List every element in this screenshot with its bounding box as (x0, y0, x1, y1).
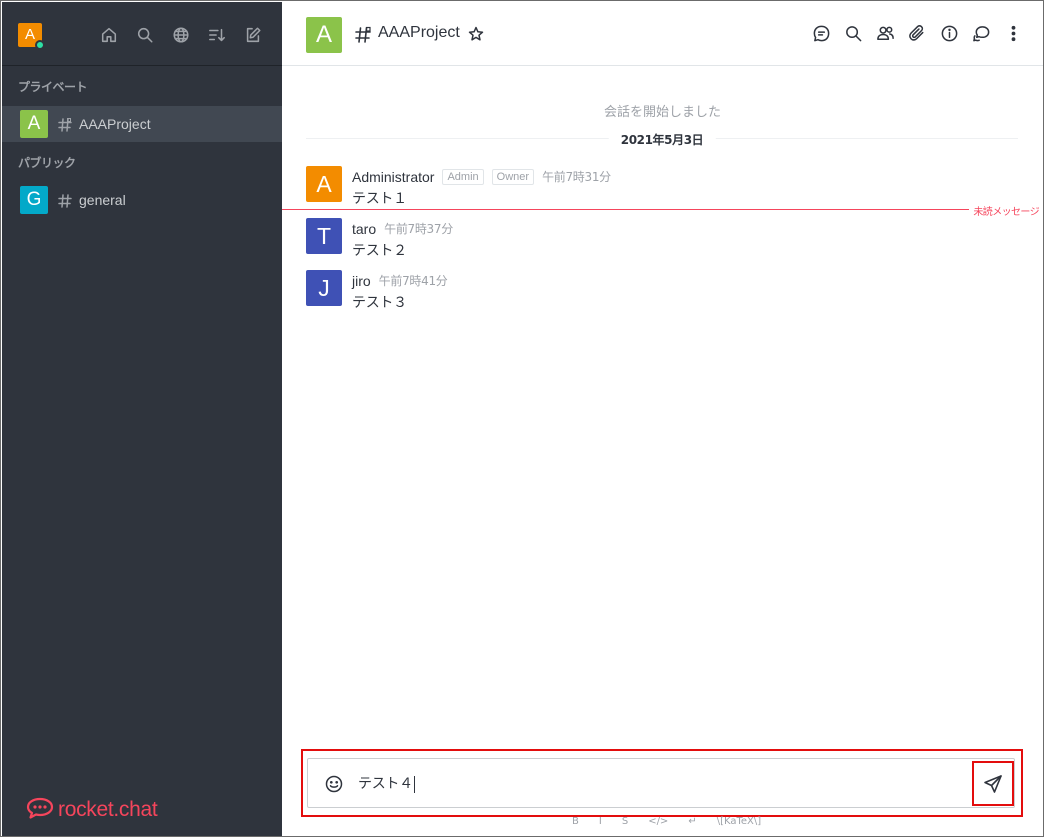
discussion-icon[interactable] (811, 23, 831, 43)
section-title-public: パブリック (18, 156, 76, 170)
message-username[interactable]: taro (352, 221, 376, 237)
conversation-start-text: 会話を開始しました (603, 105, 721, 120)
message-item[interactable]: T taro 午前7時37分 テスト２ (306, 218, 1018, 259)
sidebar-item-general[interactable]: G general (2, 182, 282, 218)
format-katex-button[interactable]: \[KaTeX\] (717, 815, 761, 829)
sidebar-item-aaaproject[interactable]: A AAAProject (2, 106, 282, 142)
search-icon[interactable] (134, 24, 155, 45)
message-username[interactable]: Administrator (352, 169, 434, 185)
unread-divider-line (282, 209, 974, 210)
rocketchat-logo: rocket.chat (26, 796, 158, 824)
brand-name: rocket.chat (58, 798, 158, 821)
date-divider-label: 2021年5月3日 (608, 131, 716, 148)
create-new-icon[interactable] (242, 24, 263, 45)
members-icon[interactable] (875, 23, 895, 43)
rocket-logo-icon (26, 796, 54, 824)
threads-icon[interactable] (971, 23, 991, 43)
online-status-icon (35, 40, 45, 50)
role-badge-admin: Admin (442, 168, 484, 185)
user-avatar[interactable]: A (18, 23, 45, 50)
format-italic-button[interactable]: I (599, 815, 602, 829)
unread-messages-label: 未読メッセージ (969, 203, 1040, 218)
room-title: AAAProject (378, 24, 460, 41)
format-bold-button[interactable]: B (572, 815, 579, 829)
message-timestamp: 午前7時31分 (542, 170, 611, 184)
send-icon (984, 774, 1002, 793)
room-toolbar (811, 23, 1023, 43)
private-channel-icon (354, 26, 372, 44)
search-icon[interactable] (843, 23, 863, 43)
sidebar: A プライベート A AAAProject パブリック G general ro… (2, 2, 282, 836)
emoji-icon[interactable] (324, 774, 344, 794)
message-input[interactable]: テスト４ (358, 772, 958, 796)
message-item[interactable]: A Administrator Admin Owner 午前7時31分 テスト１ (306, 166, 1018, 207)
message-text: テスト３ (352, 295, 407, 311)
message-avatar[interactable]: J (306, 270, 342, 306)
format-multiline-button[interactable]: ↵ (688, 815, 696, 829)
message-text: テスト１ (352, 191, 407, 207)
message-header: jiro 午前7時41分 (352, 272, 448, 289)
room-main: A AAAProject 会話を開始しました 2021年5月3日 A Admin… (282, 2, 1043, 836)
kebab-menu-icon[interactable] (1003, 23, 1023, 43)
message-item[interactable]: J jiro 午前7時41分 テスト３ (306, 270, 1018, 311)
section-title-private: プライベート (18, 80, 88, 94)
attachment-icon[interactable] (907, 23, 927, 43)
sidebar-item-label: general (79, 192, 126, 208)
message-text: テスト２ (352, 243, 407, 259)
user-avatar-letter: A (24, 26, 35, 43)
message-composer: テスト４ (307, 758, 1015, 808)
favorite-star-icon[interactable] (468, 26, 484, 42)
app-window: A プライベート A AAAProject パブリック G general ro… (0, 0, 1044, 837)
formatting-toolbar: B I S </> ↵ \[KaTeX\] (572, 815, 761, 829)
sidebar-toolbar (98, 24, 263, 45)
message-header: Administrator Admin Owner 午前7時31分 (352, 168, 611, 185)
send-button[interactable] (972, 761, 1014, 806)
sidebar-header: A (2, 2, 282, 66)
sidebar-item-label: AAAProject (79, 116, 151, 132)
role-badge-owner: Owner (491, 168, 535, 185)
sort-icon[interactable] (206, 24, 227, 45)
text-caret (413, 775, 415, 793)
message-avatar[interactable]: A (306, 166, 342, 202)
info-icon[interactable] (939, 23, 959, 43)
message-username[interactable]: jiro (352, 273, 371, 289)
hashtag-icon (58, 193, 72, 208)
private-channel-icon (58, 117, 72, 132)
message-timestamp: 午前7時37分 (384, 222, 453, 236)
format-code-button[interactable]: </> (648, 815, 668, 829)
directory-globe-icon[interactable] (170, 24, 191, 45)
message-avatar[interactable]: T (306, 218, 342, 254)
room-avatar: G (20, 186, 48, 214)
message-timestamp: 午前7時41分 (378, 274, 448, 288)
message-input-value: テスト４ (358, 776, 413, 792)
date-divider: 2021年5月3日 (306, 128, 1018, 148)
room-avatar: A (20, 110, 48, 138)
room-header-avatar: A (306, 17, 342, 53)
room-header: A AAAProject (282, 2, 1043, 66)
message-header: taro 午前7時37分 (352, 220, 453, 237)
format-strike-button[interactable]: S (622, 815, 628, 829)
home-icon[interactable] (98, 24, 119, 45)
